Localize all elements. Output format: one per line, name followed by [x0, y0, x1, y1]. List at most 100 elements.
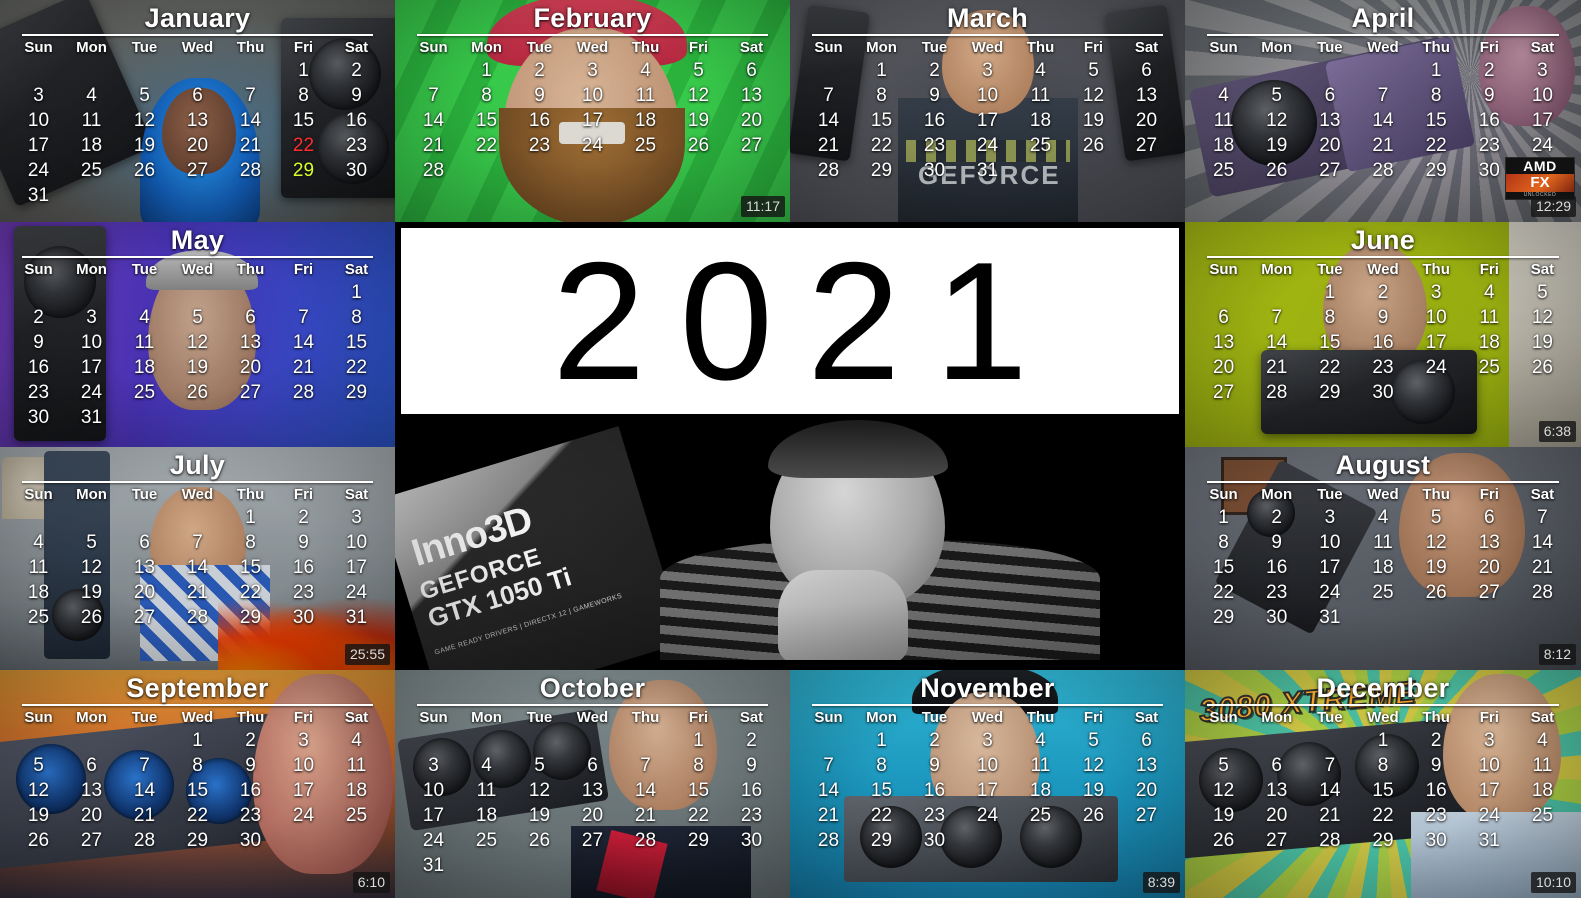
- day-cell[interactable]: 20: [1120, 778, 1173, 803]
- day-cell[interactable]: 13: [1463, 530, 1516, 555]
- day-cell[interactable]: 5: [1197, 753, 1250, 778]
- day-cell[interactable]: 8: [330, 305, 383, 330]
- day-cell[interactable]: 24: [1303, 580, 1356, 605]
- day-cell[interactable]: 10: [1516, 83, 1569, 108]
- month-panel-january[interactable]: JanuarySunMonTueWedThuFriSat.....1234567…: [0, 0, 395, 222]
- day-cell[interactable]: 1: [330, 280, 383, 305]
- day-cell[interactable]: 30: [1410, 828, 1463, 853]
- day-cell[interactable]: 8: [855, 753, 908, 778]
- day-cell[interactable]: 17: [1516, 108, 1569, 133]
- day-cell[interactable]: 7: [619, 753, 672, 778]
- day-cell[interactable]: 20: [65, 803, 118, 828]
- day-cell[interactable]: 11: [65, 108, 118, 133]
- day-cell[interactable]: 27: [1120, 133, 1173, 158]
- day-cell[interactable]: 5: [672, 58, 725, 83]
- day-cell[interactable]: 22: [1356, 803, 1409, 828]
- day-cell[interactable]: 7: [802, 83, 855, 108]
- day-cell[interactable]: 27: [1250, 828, 1303, 853]
- day-cell[interactable]: 6: [566, 753, 619, 778]
- day-cell[interactable]: 3: [407, 753, 460, 778]
- day-cell[interactable]: 18: [1014, 108, 1067, 133]
- day-cell[interactable]: 28: [1356, 158, 1409, 183]
- day-cell[interactable]: 2: [725, 728, 778, 753]
- day-cell[interactable]: 3: [566, 58, 619, 83]
- day-cell[interactable]: 10: [961, 753, 1014, 778]
- day-cell[interactable]: 10: [407, 778, 460, 803]
- day-cell[interactable]: 26: [1516, 355, 1569, 380]
- day-cell[interactable]: 10: [330, 530, 383, 555]
- day-cell[interactable]: 30: [908, 828, 961, 853]
- day-cell[interactable]: 28: [1516, 580, 1569, 605]
- day-cell[interactable]: 29: [171, 828, 224, 853]
- day-cell[interactable]: 30: [12, 405, 65, 430]
- day-cell[interactable]: 28: [802, 158, 855, 183]
- day-cell[interactable]: 4: [1516, 728, 1569, 753]
- day-cell[interactable]: 3: [330, 505, 383, 530]
- day-cell[interactable]: 13: [1197, 330, 1250, 355]
- day-cell[interactable]: 16: [908, 778, 961, 803]
- day-cell[interactable]: 20: [1120, 108, 1173, 133]
- day-cell[interactable]: 21: [1516, 555, 1569, 580]
- day-cell[interactable]: 13: [1250, 778, 1303, 803]
- day-cell[interactable]: 29: [672, 828, 725, 853]
- day-cell[interactable]: 23: [1356, 355, 1409, 380]
- day-cell[interactable]: 25: [460, 828, 513, 853]
- day-cell[interactable]: 1: [277, 58, 330, 83]
- day-cell[interactable]: 14: [1356, 108, 1409, 133]
- day-cell[interactable]: 15: [277, 108, 330, 133]
- day-cell[interactable]: 10: [1410, 305, 1463, 330]
- day-cell[interactable]: 23: [1463, 133, 1516, 158]
- day-cell[interactable]: 26: [1067, 803, 1120, 828]
- day-cell[interactable]: 12: [171, 330, 224, 355]
- day-cell[interactable]: 27: [566, 828, 619, 853]
- day-cell[interactable]: 7: [802, 753, 855, 778]
- day-cell[interactable]: 22: [855, 803, 908, 828]
- day-cell[interactable]: 15: [171, 778, 224, 803]
- day-cell[interactable]: 11: [118, 330, 171, 355]
- day-cell[interactable]: 22: [855, 133, 908, 158]
- day-cell[interactable]: 25: [1356, 580, 1409, 605]
- day-cell[interactable]: 16: [224, 778, 277, 803]
- day-cell[interactable]: 7: [118, 753, 171, 778]
- day-cell[interactable]: 22: [1410, 133, 1463, 158]
- day-cell[interactable]: 22: [672, 803, 725, 828]
- day-cell[interactable]: 9: [908, 83, 961, 108]
- day-cell[interactable]: 7: [1303, 753, 1356, 778]
- day-cell[interactable]: 16: [1410, 778, 1463, 803]
- day-cell[interactable]: 10: [961, 83, 1014, 108]
- day-cell[interactable]: 28: [118, 828, 171, 853]
- day-cell[interactable]: 18: [1463, 330, 1516, 355]
- month-panel-october[interactable]: OctoberSunMonTueWedThuFriSat.....1234567…: [395, 670, 790, 898]
- day-cell[interactable]: 27: [65, 828, 118, 853]
- day-cell[interactable]: 28: [224, 158, 277, 183]
- day-cell[interactable]: 24: [961, 133, 1014, 158]
- day-cell[interactable]: 21: [1250, 355, 1303, 380]
- day-cell[interactable]: 5: [1067, 728, 1120, 753]
- day-cell[interactable]: 16: [1250, 555, 1303, 580]
- day-cell[interactable]: 8: [1197, 530, 1250, 555]
- day-cell[interactable]: 10: [65, 330, 118, 355]
- day-cell[interactable]: 28: [619, 828, 672, 853]
- day-cell[interactable]: 3: [1516, 58, 1569, 83]
- day-cell[interactable]: 17: [566, 108, 619, 133]
- day-cell[interactable]: 16: [1356, 330, 1409, 355]
- day-cell[interactable]: 25: [1516, 803, 1569, 828]
- day-cell[interactable]: 25: [1197, 158, 1250, 183]
- day-cell[interactable]: 23: [908, 803, 961, 828]
- day-cell[interactable]: 10: [566, 83, 619, 108]
- day-cell[interactable]: 9: [908, 753, 961, 778]
- day-cell[interactable]: 16: [1463, 108, 1516, 133]
- day-cell[interactable]: 19: [1067, 108, 1120, 133]
- day-cell[interactable]: 21: [118, 803, 171, 828]
- day-cell[interactable]: 16: [908, 108, 961, 133]
- day-cell[interactable]: 13: [725, 83, 778, 108]
- day-cell[interactable]: 1: [1356, 728, 1409, 753]
- day-cell[interactable]: 10: [12, 108, 65, 133]
- day-cell[interactable]: 31: [961, 158, 1014, 183]
- day-cell[interactable]: 17: [330, 555, 383, 580]
- day-cell[interactable]: 15: [224, 555, 277, 580]
- day-cell[interactable]: 27: [725, 133, 778, 158]
- day-cell[interactable]: 26: [65, 605, 118, 630]
- day-cell[interactable]: 4: [1463, 280, 1516, 305]
- day-cell[interactable]: 1: [224, 505, 277, 530]
